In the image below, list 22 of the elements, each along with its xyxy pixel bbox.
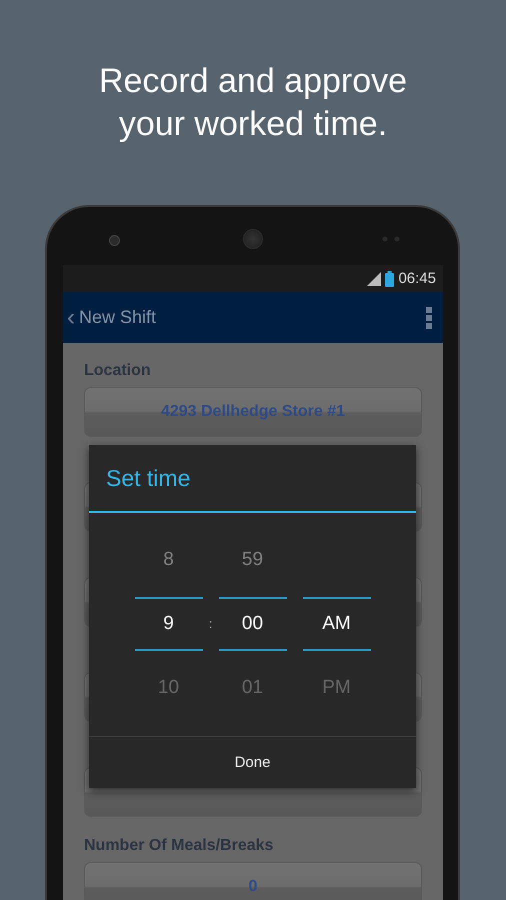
status-time: 06:45 <box>398 270 436 287</box>
battery-icon <box>385 270 394 286</box>
back-button[interactable]: ‹ <box>67 304 75 332</box>
headline: Record and approve your worked time. <box>98 61 408 145</box>
picker-value[interactable]: 10 <box>158 677 180 699</box>
camera-icon <box>109 235 120 246</box>
time-separator: : <box>208 615 212 633</box>
picker-selected-value[interactable]: AM <box>322 613 351 635</box>
picker-selected-value[interactable]: 9 <box>163 613 174 635</box>
screen-title: New Shift <box>79 307 158 328</box>
picker-value[interactable]: PM <box>322 677 351 699</box>
overflow-menu-icon[interactable] <box>425 306 433 328</box>
done-button[interactable]: Done <box>89 736 416 788</box>
field-label: Location <box>84 361 152 381</box>
picker-value[interactable]: 59 <box>242 549 264 571</box>
field-label: Number Of Meals/Breaks <box>84 836 274 856</box>
picker-value[interactable]: 01 <box>242 677 264 699</box>
signal-icon <box>367 272 382 286</box>
speaker-icon <box>243 229 263 249</box>
picker-value[interactable]: 8 <box>163 549 174 571</box>
dialog-title: Set time <box>106 464 190 492</box>
picker-selected-value[interactable]: 00 <box>242 613 264 635</box>
